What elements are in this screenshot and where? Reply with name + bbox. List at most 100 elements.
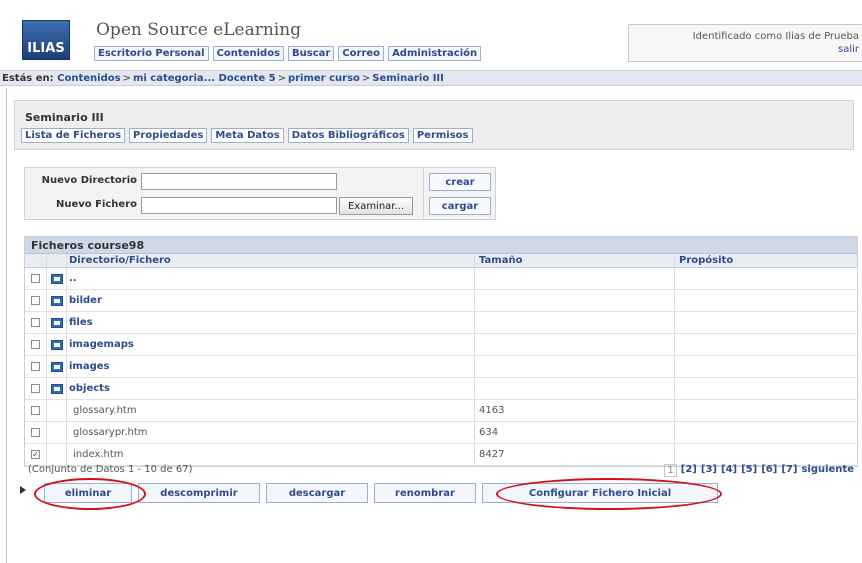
header-icon-cell [47,254,67,267]
row-icon-cell [47,378,67,399]
unzip-button[interactable]: descomprimir [138,483,260,503]
row-purpose-cell [675,334,857,355]
row-name-cell: bilder [67,290,475,311]
header-check-cell [25,254,47,267]
breadcrumb-item-category[interactable]: mi categoria... [133,73,215,84]
row-name-cell: images [67,356,475,377]
create-directory-button[interactable]: crear [429,173,491,191]
upload-file-button[interactable]: cargar [429,197,491,215]
row-checkbox[interactable] [31,318,40,327]
row-size-cell [475,378,675,399]
breadcrumb-item-docente[interactable]: Docente 5 [219,73,276,84]
new-directory-input[interactable] [141,173,337,190]
nav-escritorio-personal[interactable]: Escritorio Personal [94,46,209,61]
row-check-cell [25,268,47,289]
row-checkbox[interactable] [31,384,40,393]
row-check-cell [25,378,47,399]
pager-page-link[interactable]: [2] [681,464,697,477]
nav-buscar[interactable]: Buscar [288,46,335,61]
directory-link[interactable]: imagemaps [69,339,134,350]
row-size-cell [475,356,675,377]
row-icon-cell [47,312,67,333]
rename-button[interactable]: renombrar [374,483,476,503]
table-row: imagemaps [25,334,857,356]
row-checkbox[interactable] [31,428,40,437]
new-directory-label: Nuevo Directorio [41,175,137,186]
row-checkbox[interactable] [31,340,40,349]
column-header-name[interactable]: Directorio/Fichero [67,254,475,267]
folder-icon [50,295,63,306]
form-divider [423,168,424,219]
directory-link[interactable]: objects [69,383,110,394]
tab-datos-bibliograficos[interactable]: Datos Bibliográficos [287,128,409,143]
nav-contenidos[interactable]: Contenidos [212,46,285,61]
nav-administracion[interactable]: Administración [388,46,482,61]
row-check-cell [25,334,47,355]
user-status: Identificado como Ilias de Prueba [692,31,859,42]
row-name-cell: .. [67,268,475,289]
table-row: glossary.htm 4163 [25,400,857,422]
download-button[interactable]: descargar [266,483,368,503]
row-checkbox[interactable] [31,296,40,305]
pager-page-link[interactable]: [6] [761,464,777,477]
row-check-cell [25,312,47,333]
breadcrumb-item-contenidos[interactable]: Contenidos [57,73,120,84]
row-size-cell [475,334,675,355]
row-icon-cell [47,400,67,421]
directory-link[interactable]: images [69,361,110,372]
breadcrumb-item-course[interactable]: primer curso [288,73,360,84]
pager-page-link[interactable]: [4] [721,464,737,477]
new-file-input[interactable] [141,197,337,214]
row-checkbox[interactable] [31,274,40,283]
pager-page-link[interactable]: [5] [741,464,757,477]
logout-link[interactable]: salir [838,44,859,55]
object-tabs: Lista de Ficheros Propiedades Meta Datos… [21,128,473,143]
row-size-cell: 4163 [475,400,675,421]
row-size-cell [475,268,675,289]
upload-form: Nuevo Directorio crear Nuevo Fichero Exa… [24,167,496,220]
delete-button[interactable]: eliminar [44,483,132,503]
row-purpose-cell [675,290,857,311]
pager-page-link[interactable]: [7] [781,464,797,477]
row-purpose-cell [675,422,857,443]
directory-link[interactable]: files [69,317,93,328]
row-checkbox[interactable] [31,406,40,415]
row-name-cell: objects [67,378,475,399]
user-status-box: Identificado como Ilias de Prueba salir [628,24,862,62]
object-header: Seminario III Lista de Ficheros Propieda… [14,100,854,150]
folder-icon [50,317,63,328]
breadcrumb-item-seminario[interactable]: Seminario III [372,73,444,84]
table-header-row: Directorio/Fichero Tamaño Propósito [25,254,857,268]
pager-page-link[interactable]: [3] [701,464,717,477]
row-icon-cell [47,268,67,289]
row-checkbox[interactable]: ✓ [31,450,40,459]
ilias-logo[interactable]: ILIAS [22,20,70,60]
pager: 1 [2] [3] [4] [5] [6] [7] siguiente [664,464,854,477]
main-nav: Escritorio Personal Contenidos Buscar Co… [94,46,482,61]
row-purpose-cell [675,444,857,465]
directory-link[interactable]: .. [69,273,77,284]
tab-permisos[interactable]: Permisos [412,128,473,143]
pager-next-link[interactable]: siguiente [801,464,854,477]
tab-meta-datos[interactable]: Meta Datos [211,128,284,143]
row-size-cell [475,312,675,333]
row-checkbox[interactable] [31,362,40,371]
column-header-purpose[interactable]: Propósito [675,254,857,267]
directory-link[interactable]: bilder [69,295,102,306]
row-name-cell: glossarypr.htm [67,422,475,443]
table-body: .. bilder files imagemaps images objects gloss… [25,268,857,466]
pager-current-page: 1 [664,464,677,477]
tab-propiedades[interactable]: Propiedades [129,128,208,143]
browse-button[interactable]: Examinar... [339,197,413,215]
set-start-file-button[interactable]: Configurar Fichero Inicial [482,483,718,503]
row-name-cell: index.htm [67,444,475,465]
row-purpose-cell [675,268,857,289]
tab-lista-de-ficheros[interactable]: Lista de Ficheros [21,128,126,143]
nav-correo[interactable]: Correo [338,46,385,61]
table-row: images [25,356,857,378]
folder-icon [50,339,63,350]
folder-icon [50,383,63,394]
column-header-size[interactable]: Tamaño [475,254,675,267]
row-check-cell: ✓ [25,444,47,465]
row-purpose-cell [675,356,857,377]
